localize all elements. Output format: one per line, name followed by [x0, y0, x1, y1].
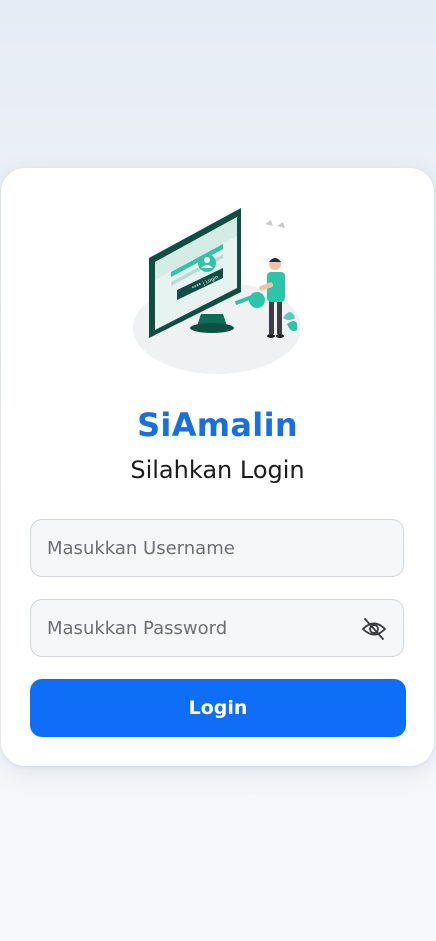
decor-shape	[277, 222, 285, 228]
username-field	[30, 519, 404, 577]
screen-avatar-head	[204, 257, 210, 263]
person-shoe	[276, 334, 284, 338]
login-subtitle: Silahkan Login	[130, 456, 305, 484]
person-shoe	[267, 334, 275, 338]
monitor-base	[190, 323, 234, 333]
person-leg	[269, 298, 274, 334]
decor-shape	[265, 220, 273, 226]
password-field	[30, 599, 404, 657]
username-input[interactable]	[31, 520, 403, 576]
password-input[interactable]	[31, 600, 403, 656]
login-illustration: **** | Login	[133, 208, 301, 374]
app-title: SiAmalin	[137, 406, 298, 444]
person-leg	[277, 298, 282, 334]
login-card: **** | Login SiAmalin Silahkan Login Mas…	[1, 168, 434, 766]
login-button[interactable]: Login	[30, 679, 406, 737]
eye-off-icon[interactable]	[361, 617, 387, 641]
key-ring	[249, 292, 265, 308]
person-hair	[269, 258, 281, 262]
